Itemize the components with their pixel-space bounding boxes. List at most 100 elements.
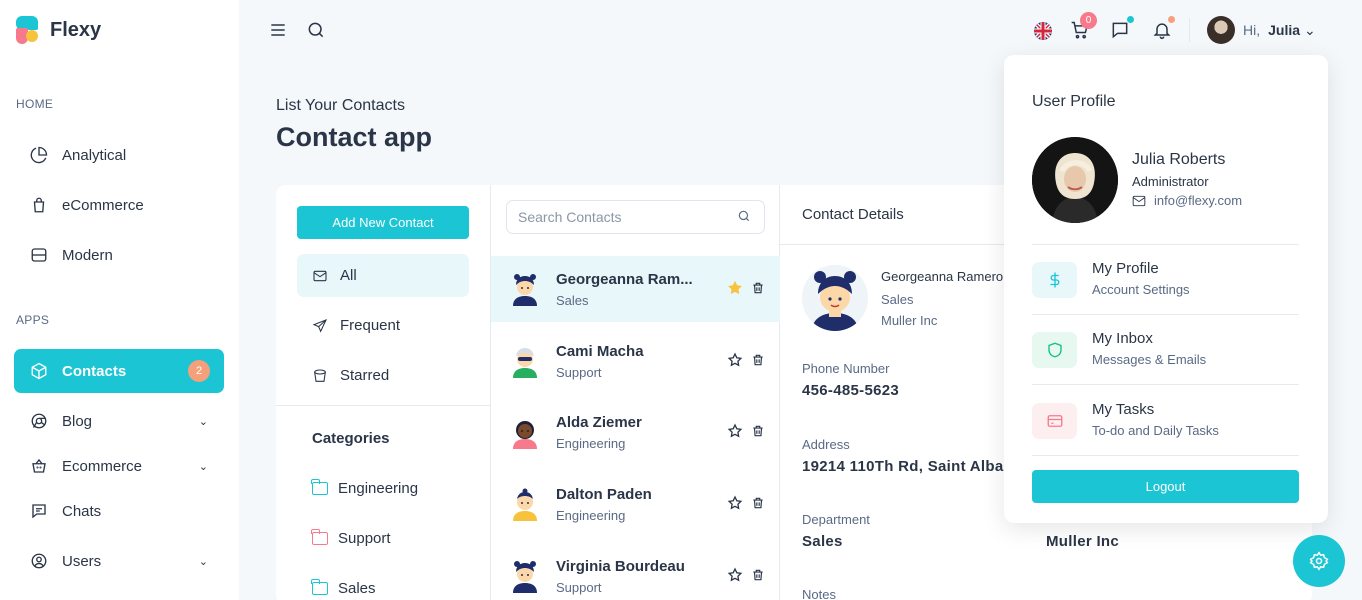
settings-fab-button[interactable] — [1293, 535, 1345, 587]
my-profile-link[interactable]: My Profile Account Settings — [1032, 258, 1299, 308]
sidebar-item-users[interactable]: Users ⌄ — [14, 539, 224, 583]
nav-section-home: HOME — [16, 97, 54, 111]
profile-role: Administrator — [1132, 174, 1209, 189]
chevron-down-icon: ⌄ — [1304, 21, 1316, 38]
trash-icon[interactable] — [751, 280, 765, 296]
basket-icon — [32, 458, 46, 473]
sidebar-item-contacts[interactable]: Contacts 2 — [14, 349, 224, 393]
user-circle-icon — [31, 553, 47, 569]
sidebar-item-label: Modern — [62, 246, 113, 264]
department-value: Sales — [802, 533, 843, 550]
contact-list-item[interactable]: Cami Macha Support — [491, 328, 780, 394]
filter-frequent[interactable]: Frequent — [297, 304, 469, 347]
filters-panel: Add New Contact All Frequent Starred Cat… — [276, 185, 491, 600]
contact-name: Virginia Bourdeau — [556, 558, 685, 575]
message-icon — [32, 504, 46, 519]
search-icon — [308, 22, 324, 38]
app-logo[interactable]: Flexy — [16, 16, 101, 44]
dropdown-item-subtitle: Messages & Emails — [1092, 352, 1207, 367]
contact-list-item[interactable]: Virginia Bourdeau Support — [491, 543, 780, 600]
filter-label: Starred — [340, 367, 390, 384]
language-button[interactable] — [1033, 21, 1053, 41]
search-button[interactable] — [306, 20, 326, 40]
star-filled-icon[interactable] — [727, 280, 743, 296]
category-engineering[interactable]: Engineering — [311, 479, 418, 497]
contact-department: Support — [556, 580, 602, 595]
shield-icon — [1032, 332, 1077, 368]
filter-label: Frequent — [340, 317, 401, 334]
trash-icon[interactable] — [751, 423, 765, 439]
star-outline-icon[interactable] — [727, 352, 743, 368]
phone-value: 456-485-5623 — [802, 382, 900, 399]
contacts-count-badge: 2 — [188, 360, 210, 382]
sidebar-item-label: Ecommerce — [62, 457, 143, 475]
trash-icon[interactable] — [751, 352, 765, 368]
star-outline-icon[interactable] — [727, 567, 743, 583]
greeting-text: Hi, — [1243, 22, 1261, 38]
pie-chart-icon — [30, 146, 48, 164]
credit-card-icon — [1032, 403, 1077, 439]
trash-icon[interactable] — [751, 495, 765, 511]
gear-icon — [1309, 551, 1329, 571]
star-outline-icon[interactable] — [727, 423, 743, 439]
sidebar-item-label: Chats — [62, 502, 102, 520]
chevron-down-icon: ⌄ — [198, 555, 208, 568]
sidebar-item-label: Analytical — [62, 146, 127, 164]
dropdown-item-title: My Profile — [1092, 260, 1159, 277]
folder-icon — [311, 529, 328, 545]
department-label: Department — [802, 512, 870, 527]
profile-email: info@flexy.com — [1132, 193, 1242, 208]
contact-list-item[interactable]: Dalton Paden Engineering — [491, 471, 780, 537]
notifications-indicator-dot — [1168, 16, 1175, 23]
filter-all[interactable]: All — [297, 254, 469, 297]
sidebar-item-chats[interactable]: Chats — [14, 489, 224, 533]
app-name: Flexy — [50, 18, 102, 41]
message-dots-icon — [1112, 22, 1128, 39]
user-profile-dropdown: User Profile Julia Roberts Administrator… — [1004, 55, 1328, 523]
cart-count-badge: 0 — [1080, 12, 1097, 29]
category-support[interactable]: Support — [311, 529, 391, 547]
contact-department: Engineering — [556, 508, 626, 523]
add-new-contact-button[interactable]: Add New Contact — [297, 206, 469, 239]
my-inbox-link[interactable]: My Inbox Messages & Emails — [1032, 328, 1299, 378]
nav-section-apps: APPS — [16, 313, 50, 327]
menu-icon — [271, 24, 285, 36]
sidebar-item-label: Blog — [62, 412, 93, 430]
sidebar-item-ecommerce-app[interactable]: Ecommerce ⌄ — [14, 444, 224, 488]
bucket-icon — [314, 368, 326, 382]
contact-name: Dalton Paden — [556, 486, 652, 503]
my-tasks-link[interactable]: My Tasks To-do and Daily Tasks — [1032, 399, 1299, 449]
contact-department: Engineering — [556, 436, 626, 451]
layers-icon — [31, 248, 47, 262]
menu-toggle-button[interactable] — [268, 20, 288, 40]
chrome-icon — [31, 413, 47, 429]
company-value: Muller Inc — [1046, 533, 1120, 550]
logout-button[interactable]: Logout — [1032, 470, 1299, 503]
chevron-down-icon: ⌄ — [198, 415, 208, 428]
contact-name: Alda Ziemer — [556, 414, 642, 431]
messages-button[interactable] — [1110, 20, 1130, 40]
notifications-button[interactable] — [1152, 20, 1172, 40]
divider — [1032, 244, 1299, 245]
divider — [1032, 314, 1299, 315]
star-outline-icon[interactable] — [727, 495, 743, 511]
category-sales[interactable]: Sales — [311, 579, 376, 597]
user-menu-button[interactable]: Hi, Julia ⌄ — [1207, 16, 1316, 44]
contact-list-item[interactable]: Alda Ziemer Engineering — [491, 399, 780, 465]
sidebar-item-ecommerce[interactable]: eCommerce — [14, 183, 224, 227]
trash-icon[interactable] — [751, 567, 765, 583]
search-contacts-input[interactable] — [506, 200, 765, 234]
sidebar-item-label: eCommerce — [62, 196, 144, 214]
profile-name: Julia Roberts — [1132, 151, 1226, 168]
sidebar-item-analytical[interactable]: Analytical — [14, 133, 224, 177]
sidebar-item-blog[interactable]: Blog ⌄ — [14, 399, 224, 443]
sidebar-item-modern[interactable]: Modern — [14, 233, 224, 277]
shopping-bag-icon — [33, 197, 45, 213]
contact-details-title: Contact Details — [802, 206, 904, 223]
contact-list-item[interactable]: Georgeanna Ram... Sales — [491, 256, 780, 322]
filter-starred[interactable]: Starred — [297, 354, 469, 397]
phone-label: Phone Number — [802, 361, 890, 376]
dropdown-item-subtitle: To-do and Daily Tasks — [1092, 423, 1219, 438]
profile-email-text: info@flexy.com — [1154, 193, 1243, 208]
mail-icon — [313, 270, 327, 281]
